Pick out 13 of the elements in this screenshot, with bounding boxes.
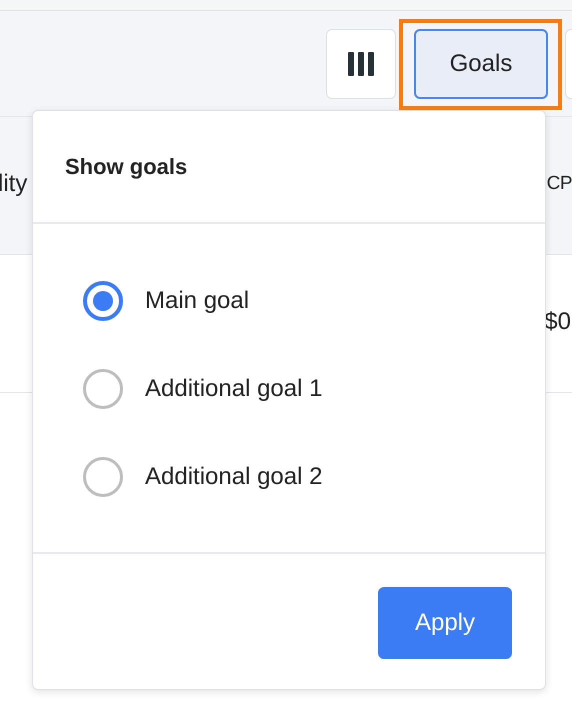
radio-button[interactable] <box>83 281 123 321</box>
columns-button[interactable] <box>326 29 396 99</box>
option-label[interactable]: Additional goal 2 <box>145 463 322 491</box>
goals-button[interactable]: Goals <box>414 29 548 99</box>
option-label[interactable]: Additional goal 1 <box>145 375 322 403</box>
table-cell: $0 <box>544 308 571 336</box>
radio-button[interactable] <box>83 457 123 497</box>
columns-icon <box>348 52 374 76</box>
option-label[interactable]: Main goal <box>145 287 250 315</box>
column-header: CP <box>546 172 572 194</box>
popup-title: Show goals <box>65 154 188 180</box>
apply-button[interactable]: Apply <box>378 587 512 659</box>
radio-button[interactable] <box>83 369 123 409</box>
